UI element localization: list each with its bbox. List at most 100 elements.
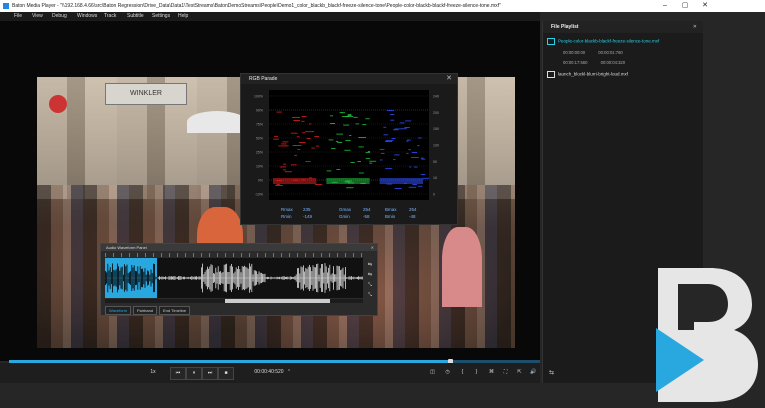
waveform-bar (148, 271, 149, 285)
audio-zoom-out-icon[interactable]: ⇆ (367, 272, 373, 278)
playlist-item-end2: 00:00:04:320 (600, 60, 626, 65)
waveform-bar (184, 276, 185, 280)
waveform-bar (162, 276, 164, 280)
waveform-bar (349, 276, 351, 280)
rgb-parade-title: RGB Parade (249, 76, 278, 82)
audio-expand-icon[interactable]: ⤡ (367, 292, 373, 298)
scope-trace-mark (409, 166, 412, 168)
playlist-close-icon[interactable]: ✕ (693, 21, 697, 33)
scope-trace-mark (405, 120, 412, 122)
scope-trace-mark (399, 122, 405, 124)
waveform-bar (174, 276, 176, 280)
command-icon[interactable]: ⌘ (487, 367, 496, 378)
waveform-bar (181, 277, 183, 279)
video-person (442, 227, 482, 307)
waveform-bar (357, 276, 358, 280)
video-file-icon (547, 38, 555, 45)
waveform-bar (126, 264, 128, 292)
clock-icon[interactable]: ◷ (443, 367, 452, 378)
menu-debug[interactable]: Debug (52, 12, 67, 21)
pause-button[interactable]: ⏸ (186, 367, 202, 380)
menu-windows[interactable]: Windows (77, 12, 97, 21)
fullscreen-icon[interactable]: ⛶ (501, 367, 510, 378)
stop-button[interactable]: ■ (218, 367, 234, 380)
scope-trace-mark (385, 140, 394, 142)
playlist-item[interactable]: launch_blockl-blurri-bright-loud.mxf (547, 71, 628, 78)
waveform-bar (269, 277, 271, 279)
timecode-caret-icon[interactable]: ⌃ (286, 367, 292, 378)
volume-icon[interactable]: 🔊 (529, 367, 538, 378)
playlist-item-times: 00:00:00:00 00:00:01:760 (563, 50, 623, 55)
waveform-bar (205, 269, 207, 287)
waveform-bar (298, 267, 299, 289)
waveform-bar (259, 272, 261, 284)
scope-right-tick: 16 (433, 176, 437, 180)
waveform-bar (157, 277, 159, 279)
scope-trace-mark (393, 159, 396, 161)
audio-zoom-in-icon[interactable]: ⇆ (367, 262, 373, 268)
mark-out-icon[interactable]: } (472, 367, 481, 378)
waveform-bar (247, 268, 249, 288)
waveform-bar (329, 264, 331, 292)
minimize-button[interactable]: – (656, 0, 674, 12)
waveform-bar (229, 265, 231, 291)
menu-view[interactable]: View (32, 12, 43, 21)
waveform-bar (286, 276, 287, 280)
layout-icon[interactable]: ◫ (428, 367, 437, 378)
scope-trace-mark (347, 114, 352, 115)
menu-subtitle[interactable]: Subtitle (127, 12, 144, 21)
mark-in-icon[interactable]: { (458, 367, 467, 378)
waveform-bar (166, 277, 167, 279)
scope-right-tick: 200 (433, 111, 439, 115)
tab-waveform[interactable]: Waveform (105, 306, 132, 315)
waveform-bar (109, 267, 111, 289)
menu-help[interactable]: Help (178, 12, 188, 21)
waveform-bar (295, 274, 297, 282)
rgb-parade-close-icon[interactable]: ✕ (446, 74, 452, 84)
next-button[interactable]: ⏭ (202, 367, 218, 380)
playlist-options-icon[interactable]: ⇆ (549, 369, 554, 376)
scope-trace-mark (365, 118, 370, 120)
tab-pairband[interactable]: Pairband (133, 306, 158, 315)
waveform-bar (353, 276, 355, 280)
audio-waveform-close-icon[interactable]: ✕ (371, 244, 374, 251)
menu-settings[interactable]: Settings (152, 12, 170, 21)
scope-trace-mark (344, 149, 351, 151)
scope-trace-mark (306, 138, 311, 139)
waveform-bar (359, 276, 361, 280)
playlist-title: File Playlist (551, 24, 579, 30)
close-button[interactable]: ✕ (696, 0, 714, 12)
audio-scrollbar[interactable] (105, 299, 363, 303)
popout-icon[interactable]: ⇱ (515, 367, 524, 378)
previous-button[interactable]: ⏮ (170, 367, 186, 380)
menu-track[interactable]: Track (104, 12, 116, 21)
waveform-bar (114, 270, 116, 286)
audio-scrollbar-thumb[interactable] (225, 299, 330, 303)
maximize-button[interactable]: ▢ (676, 0, 694, 12)
scope-trace-mark (281, 143, 287, 145)
waveform-bar (168, 276, 170, 280)
menu-file[interactable]: File (14, 12, 22, 21)
waveform-bar (263, 274, 265, 282)
waveform-bar (336, 265, 338, 291)
waveform-bar (274, 277, 275, 279)
audio-waveform-display[interactable] (105, 258, 363, 298)
scope-trace-mark (411, 157, 419, 158)
playlist-item[interactable]: People-color-blackb-blackf-freeze-silenc… (547, 38, 659, 45)
waveform-bar (219, 271, 220, 285)
speed-label[interactable]: 1x (148, 367, 158, 378)
waveform-bar (117, 263, 118, 293)
audio-fit-icon[interactable]: ⤡ (367, 282, 373, 288)
waveform-bar (179, 276, 181, 280)
waveform-bar (106, 272, 107, 284)
scope-trace-mark (305, 161, 311, 163)
scope-trace-mark (362, 124, 367, 126)
waveform-bar (305, 267, 307, 289)
waveform-bar (328, 267, 329, 289)
waveform-bar (297, 268, 298, 288)
scope-right-tick: 240 (433, 95, 439, 99)
scope-trace-mark (394, 154, 400, 156)
tab-end-timeline[interactable]: End Timeline (159, 306, 191, 315)
scope-trace-mark (353, 116, 358, 118)
waveform-bar (331, 273, 333, 283)
